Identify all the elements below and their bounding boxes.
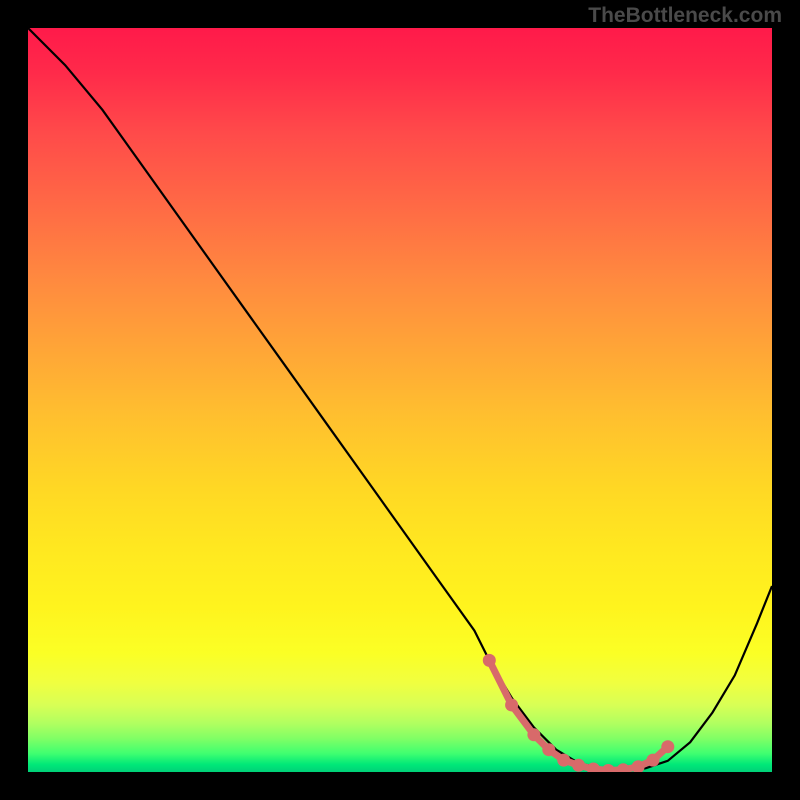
plot-area bbox=[28, 28, 772, 772]
chart-container: TheBottleneck.com bbox=[0, 0, 800, 800]
highlight-marker bbox=[542, 743, 555, 756]
bottleneck-curve bbox=[28, 28, 772, 771]
highlight-marker bbox=[527, 728, 540, 741]
highlight-marker bbox=[587, 763, 600, 773]
highlight-marker bbox=[483, 654, 496, 667]
optimal-zone-markers bbox=[483, 654, 675, 772]
watermark-text: TheBottleneck.com bbox=[588, 4, 782, 28]
optimal-zone-line bbox=[489, 660, 668, 770]
highlight-marker bbox=[505, 699, 518, 712]
chart-svg bbox=[28, 28, 772, 772]
highlight-marker bbox=[617, 763, 630, 772]
highlight-marker bbox=[572, 759, 585, 772]
highlight-marker bbox=[557, 754, 570, 767]
highlight-marker bbox=[647, 754, 660, 767]
highlight-marker bbox=[602, 764, 615, 772]
highlight-marker bbox=[661, 740, 674, 753]
